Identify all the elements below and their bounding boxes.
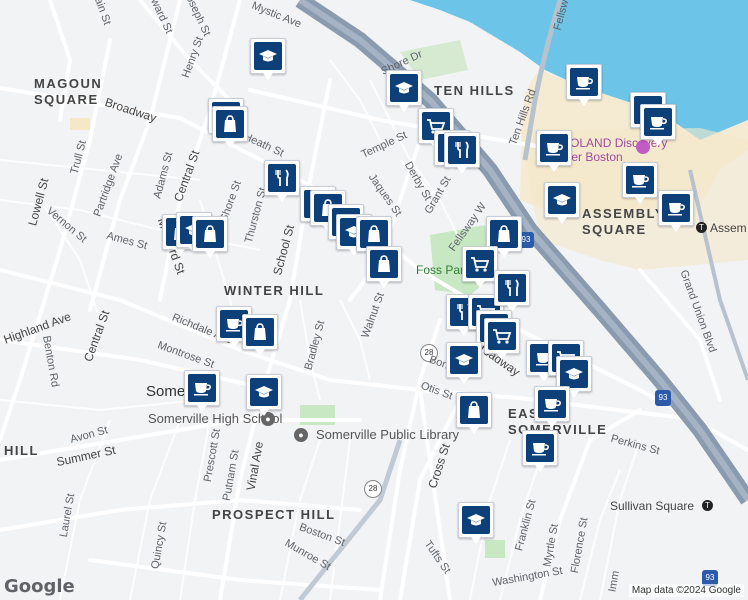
map-marker-cafe[interactable] (536, 130, 572, 172)
map-marker-school[interactable] (246, 374, 282, 416)
coffee-cup-icon (538, 390, 566, 418)
coffee-cup-icon (662, 194, 690, 222)
attraction-poi-icon (636, 140, 650, 154)
neighborhood-label-winter-hill: WINTER HILL (224, 283, 325, 298)
transit-station-icon[interactable]: T (696, 222, 707, 233)
poi-label-assembly-station[interactable]: Assem (710, 222, 747, 234)
coffee-cup-icon (540, 134, 568, 162)
map-marker-school[interactable] (446, 342, 482, 384)
map-marker-supermarket[interactable] (462, 246, 498, 288)
fork-knife-icon (498, 274, 526, 302)
shopping-bag-icon (490, 220, 518, 248)
coffee-cup-icon (570, 68, 598, 96)
coffee-cup-icon (644, 108, 672, 136)
neighborhood-label-prospect-hill: PROSPECT HILL (212, 507, 336, 522)
map-marker-store[interactable] (366, 246, 402, 288)
map-marker-cafe[interactable] (534, 386, 570, 428)
google-logo: Google (4, 576, 75, 597)
shopping-bag-icon (246, 318, 274, 346)
shopping-bag-icon (196, 220, 224, 248)
school-icon (560, 360, 588, 388)
map-attribution[interactable]: Map data ©2024 Google (628, 584, 744, 597)
map-marker-supermarket[interactable] (484, 318, 520, 360)
map-marker-cafe[interactable] (622, 162, 658, 204)
map-marker-school[interactable] (544, 182, 580, 224)
school-icon (254, 42, 282, 70)
fork-knife-icon (268, 164, 296, 192)
shopping-bag-icon (216, 110, 244, 138)
school-icon (250, 378, 278, 406)
coffee-cup-icon (188, 374, 216, 402)
shopping-cart-icon (488, 322, 516, 350)
map-canvas[interactable]: 28 28 93 93 93 T T MAGOUN SQUARE TEN HIL… (0, 0, 748, 600)
map-marker-restaurant[interactable] (444, 132, 480, 174)
map-marker-store[interactable] (456, 392, 492, 434)
neighborhood-label-magoun-square: MAGOUN SQUARE (34, 76, 103, 107)
school-icon (390, 74, 418, 102)
neighborhood-label-assembly-square: ASSEMBLY SQUARE (582, 206, 666, 237)
school-icon (462, 506, 490, 534)
poi-label-sullivan-square[interactable]: Sullivan Square (610, 500, 694, 512)
route-28-shield: 28 (364, 480, 382, 498)
map-marker-cafe[interactable] (566, 64, 602, 106)
school-icon (450, 346, 478, 374)
map-marker-school[interactable] (250, 38, 286, 80)
fork-knife-icon (448, 136, 476, 164)
map-marker-cafe[interactable] (522, 430, 558, 472)
shopping-cart-icon (466, 250, 494, 278)
map-marker-store[interactable] (242, 314, 278, 356)
library-poi-icon: ● (294, 428, 308, 442)
neighborhood-label-hill: HILL (4, 443, 39, 458)
map-marker-school[interactable] (458, 502, 494, 544)
map-marker-school[interactable] (386, 70, 422, 112)
map-marker-cafe[interactable] (640, 104, 676, 146)
map-marker-store[interactable] (192, 216, 228, 258)
shopping-bag-icon (460, 396, 488, 424)
neighborhood-label-ten-hills: TEN HILLS (434, 83, 515, 98)
map-marker-cafe[interactable] (658, 190, 694, 232)
map-marker-restaurant[interactable] (264, 160, 300, 202)
map-marker-restaurant[interactable] (494, 270, 530, 312)
interstate-93-shield: 93 (655, 390, 671, 406)
shopping-bag-icon (360, 220, 388, 248)
coffee-cup-icon (526, 434, 554, 462)
map-marker-cafe[interactable] (184, 370, 220, 412)
map-marker-store[interactable] (212, 106, 248, 148)
poi-label-public-library[interactable]: Somerville Public Library (316, 428, 459, 441)
school-icon (548, 186, 576, 214)
coffee-cup-icon (626, 166, 654, 194)
transit-station-icon[interactable]: T (702, 500, 713, 511)
shopping-bag-icon (370, 250, 398, 278)
